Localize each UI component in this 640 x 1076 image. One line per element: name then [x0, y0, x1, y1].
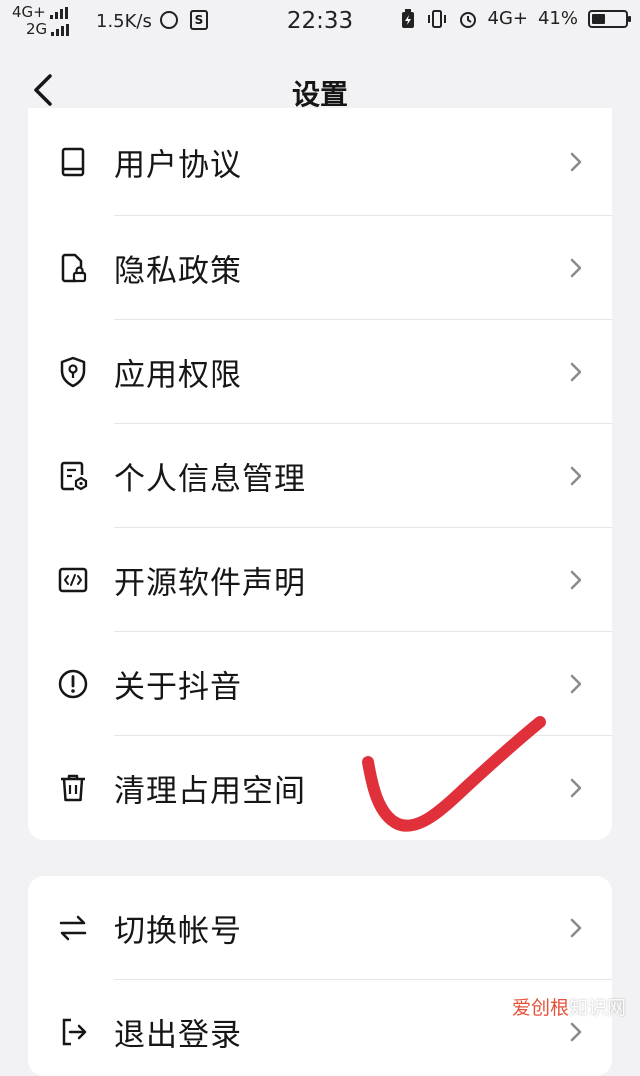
- settings-group-account: 切换帐号 退出登录: [28, 876, 612, 1076]
- settings-item-label: 隐私政策: [114, 253, 242, 290]
- settings-item-about[interactable]: 关于抖音: [28, 632, 612, 736]
- settings-item-label: 关于抖音: [114, 669, 242, 706]
- chevron-right-icon: [570, 152, 582, 172]
- info-circle-icon: [58, 669, 88, 699]
- alarm-icon: [459, 11, 476, 28]
- watermark-text: 知识网: [568, 997, 626, 1019]
- settings-item-privacy-policy[interactable]: 隐私政策: [28, 216, 612, 320]
- settings-item-label: 个人信息管理: [114, 461, 306, 498]
- settings-item-label: 切换帐号: [114, 913, 242, 950]
- settings-group-legal: 用户协议 隐私政策 应用权限 个人信息管理 开源软件声明 关于抖音 清理占用空间: [28, 108, 612, 840]
- chevron-right-icon: [570, 918, 582, 938]
- settings-item-label: 应用权限: [114, 357, 242, 394]
- battery-icon: [588, 9, 631, 28]
- settings-item-personal-info[interactable]: 个人信息管理: [28, 424, 612, 528]
- personal-info-icon: [60, 461, 88, 491]
- chevron-right-icon: [570, 258, 582, 278]
- switch-arrows-icon: [59, 915, 87, 941]
- chevron-right-icon: [570, 1022, 582, 1042]
- settings-item-open-source[interactable]: 开源软件声明: [28, 528, 612, 632]
- vibrate-icon: [427, 9, 446, 28]
- chevron-right-icon: [570, 778, 582, 798]
- settings-item-label: 退出登录: [114, 1017, 242, 1054]
- code-icon: [58, 567, 88, 593]
- watermark: 爱创根知识网: [512, 993, 626, 1020]
- page-title: 设置: [291, 78, 348, 111]
- settings-item-clear-storage[interactable]: 清理占用空间: [28, 736, 612, 840]
- battery-percent: 41%: [537, 8, 578, 29]
- book-icon: [61, 147, 85, 177]
- settings-item-switch-account[interactable]: 切换帐号: [28, 876, 612, 980]
- settings-item-label: 开源软件声明: [114, 565, 306, 602]
- trash-icon: [61, 774, 85, 802]
- chevron-right-icon: [570, 674, 582, 694]
- battery-saver-icon: [401, 8, 414, 28]
- settings-item-label: 清理占用空间: [114, 773, 306, 810]
- chevron-right-icon: [570, 466, 582, 486]
- status-bar: 4G+ 2G 1.5K/s S 22:33 4G+ 41%: [0, 0, 640, 44]
- watermark-brand: 爱创根: [511, 997, 569, 1019]
- network-type-3: 4G+: [487, 8, 528, 29]
- settings-item-app-permissions[interactable]: 应用权限: [28, 320, 612, 424]
- chevron-right-icon: [570, 362, 582, 382]
- settings-item-user-agreement[interactable]: 用户协议: [28, 108, 612, 216]
- settings-item-label: 用户协议: [114, 147, 242, 184]
- status-icons: 4G+ 41%: [400, 8, 631, 29]
- shield-icon: [60, 356, 86, 388]
- logout-icon: [62, 1018, 87, 1046]
- chevron-right-icon: [570, 570, 582, 590]
- privacy-lock-icon: [61, 253, 87, 283]
